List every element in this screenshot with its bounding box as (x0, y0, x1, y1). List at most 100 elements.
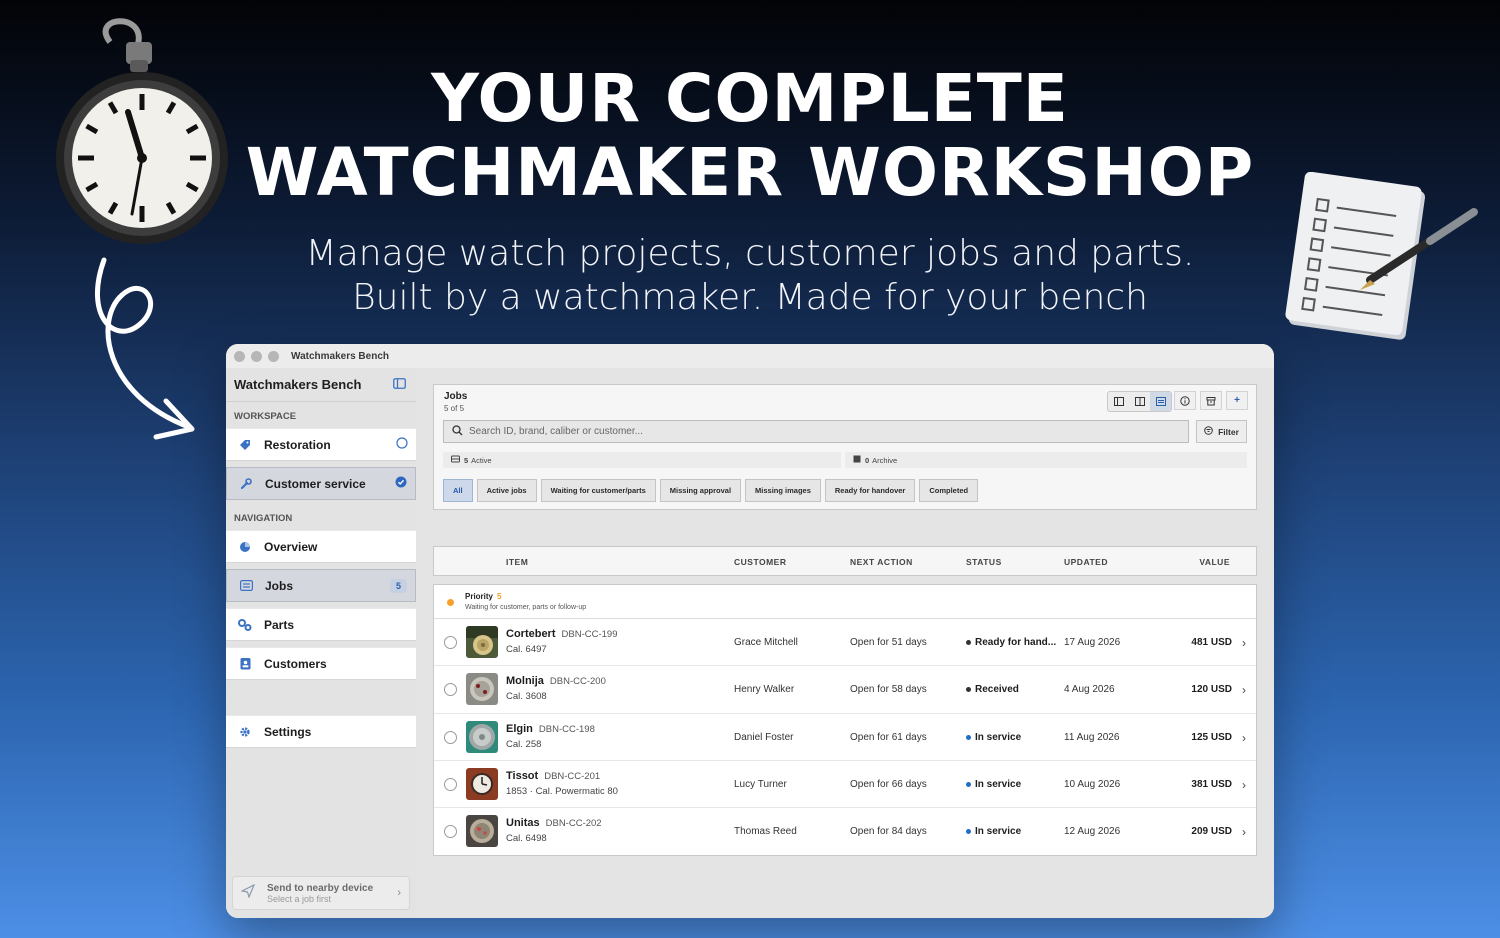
window-title: Watchmakers Bench (291, 350, 389, 362)
close-window-button[interactable] (234, 350, 245, 362)
table-row[interactable]: Cortebert DBN-CC-199 Cal. 6497 Grace Mitc… (434, 619, 1256, 667)
list-view-icon (1155, 397, 1166, 406)
search-input[interactable] (469, 426, 1188, 437)
wrench-icon (239, 477, 253, 491)
next-action-cell: Open for 51 days (850, 637, 927, 648)
sidebar-item-jobs[interactable]: Jobs 5 (226, 569, 416, 602)
value-cell: 381 USD (1191, 778, 1232, 790)
item-brand: Tissot DBN-CC-201 (506, 770, 600, 782)
chip-missing-approval[interactable]: Missing approval (659, 479, 742, 502)
sidebar-item-restoration[interactable]: Restoration (226, 428, 416, 461)
column-status[interactable]: STATUS (966, 547, 1002, 577)
tag-icon (238, 438, 252, 452)
send-to-nearby-device-button[interactable]: Send to nearby device Select a job first… (232, 876, 410, 910)
add-job-button[interactable]: + (1226, 391, 1248, 410)
chevron-right-icon[interactable]: › (1242, 825, 1246, 839)
value-cell: 125 USD (1191, 731, 1232, 743)
sidebar: Watchmakers Bench WORKSPACE Restoration … (226, 368, 416, 918)
chevron-right-icon[interactable]: › (1242, 778, 1246, 792)
sidebar-item-settings[interactable]: Settings (226, 715, 416, 748)
unchecked-circle-icon[interactable] (396, 437, 408, 452)
workspace-section-label: WORKSPACE (234, 410, 297, 422)
customer-cell: Lucy Turner (734, 778, 787, 790)
active-label: Active (471, 455, 492, 465)
sidebar-item-customer-service[interactable]: Customer service (226, 467, 416, 500)
view-list-button[interactable] (1150, 392, 1171, 411)
job-stats: 5 Active 0 Archive (443, 452, 1247, 468)
chip-ready-for-handover[interactable]: Ready for handover (824, 479, 916, 502)
send-title: Send to nearby device (267, 882, 374, 894)
column-updated[interactable]: UPDATED (1064, 547, 1108, 577)
chip-waiting[interactable]: Waiting for customer/parts (540, 479, 656, 502)
watch-thumbnail (466, 673, 498, 706)
zoom-window-button[interactable] (268, 350, 279, 362)
split-view-icon (1134, 397, 1145, 406)
jobs-header-panel: Jobs 5 of 5 + Search ID, brand, caliber … (433, 384, 1257, 510)
status-text: In service (975, 778, 1022, 790)
filter-icon (1204, 426, 1213, 437)
table-row[interactable]: Unitas DBN-CC-202 Cal. 6498 Thomas Reed O… (434, 808, 1256, 855)
chip-missing-images[interactable]: Missing images (745, 479, 821, 502)
table-header: ITEM CUSTOMER NEXT ACTION STATUS UPDATED… (433, 546, 1257, 576)
panel-left-icon (1113, 397, 1124, 406)
gear-icon (238, 725, 252, 739)
chevron-right-icon[interactable]: › (1242, 636, 1246, 650)
table-row[interactable]: Molnija DBN-CC-200 Cal. 3608 Henry Walker… (434, 666, 1256, 714)
status-cell: Ready for hand... (966, 619, 1056, 666)
jobs-count: 5 of 5 (444, 404, 465, 413)
info-button[interactable] (1174, 391, 1196, 410)
sidebar-toggle-icon[interactable] (393, 376, 406, 394)
priority-dot-icon (447, 599, 454, 606)
table-row[interactable]: Tissot DBN-CC-201 1853 · Cal. Powermatic … (434, 761, 1256, 809)
item-caliber: 1853 · Cal. Powermatic 80 (506, 785, 618, 797)
customer-cell: Thomas Reed (734, 826, 797, 838)
chevron-right-icon[interactable]: › (1242, 683, 1246, 697)
status-text: In service (975, 731, 1022, 743)
view-split-button[interactable] (1129, 392, 1150, 411)
status-text: Received (975, 684, 1019, 696)
archive-stat[interactable]: 0 Archive (845, 452, 1247, 468)
active-stat[interactable]: 5 Active (443, 452, 841, 468)
status-cell: Received (966, 666, 1019, 713)
column-value[interactable]: VALUE (1199, 547, 1230, 577)
chip-active-jobs[interactable]: Active jobs (476, 479, 537, 502)
updated-cell: 4 Aug 2026 (1064, 684, 1115, 696)
sidebar-item-label: Restoration (264, 437, 331, 452)
sidebar-item-overview[interactable]: Overview (226, 530, 416, 563)
customer-cell: Daniel Foster (734, 731, 794, 743)
archive-button[interactable] (1200, 391, 1222, 410)
row-select-radio[interactable] (444, 636, 457, 649)
row-select-radio[interactable] (444, 777, 457, 791)
item-code: DBN-CC-198 (538, 723, 595, 735)
sidebar-item-parts[interactable]: Parts (226, 608, 416, 641)
checkmark-circle-icon[interactable] (395, 476, 407, 491)
active-count: 5 (464, 455, 469, 465)
jobs-title: Jobs (444, 391, 468, 402)
archive-icon (1206, 396, 1216, 405)
chip-all[interactable]: All (443, 479, 473, 502)
sidebar-app-name: Watchmakers Bench (234, 377, 362, 392)
column-next-action[interactable]: NEXT ACTION (850, 547, 913, 577)
updated-cell: 17 Aug 2026 (1064, 637, 1121, 648)
view-left-panel-button[interactable] (1108, 392, 1129, 411)
item-brand-name: Tissot (506, 769, 539, 782)
watch-thumbnail (466, 720, 498, 753)
item-brand-name: Unitas (506, 817, 540, 830)
chevron-right-icon: › (397, 887, 401, 899)
next-action-cell: Open for 84 days (850, 826, 927, 838)
row-select-radio[interactable] (444, 683, 457, 697)
column-customer[interactable]: CUSTOMER (734, 547, 787, 577)
chevron-right-icon[interactable]: › (1242, 731, 1246, 745)
row-select-radio[interactable] (444, 825, 457, 839)
priority-title: Priority (465, 592, 494, 601)
item-brand: Elgin DBN-CC-198 (506, 723, 595, 735)
filter-button[interactable]: Filter (1196, 420, 1247, 443)
minimize-window-button[interactable] (251, 350, 262, 362)
column-item[interactable]: ITEM (506, 547, 528, 577)
table-row[interactable]: Elgin DBN-CC-198 Cal. 258 Daniel Foster O… (434, 714, 1256, 761)
sidebar-item-customers[interactable]: Customers (226, 647, 416, 680)
chip-completed[interactable]: Completed (919, 479, 979, 502)
row-select-radio[interactable] (444, 730, 457, 744)
gears-icon (238, 618, 252, 632)
item-brand-name: Molnija (506, 675, 544, 688)
